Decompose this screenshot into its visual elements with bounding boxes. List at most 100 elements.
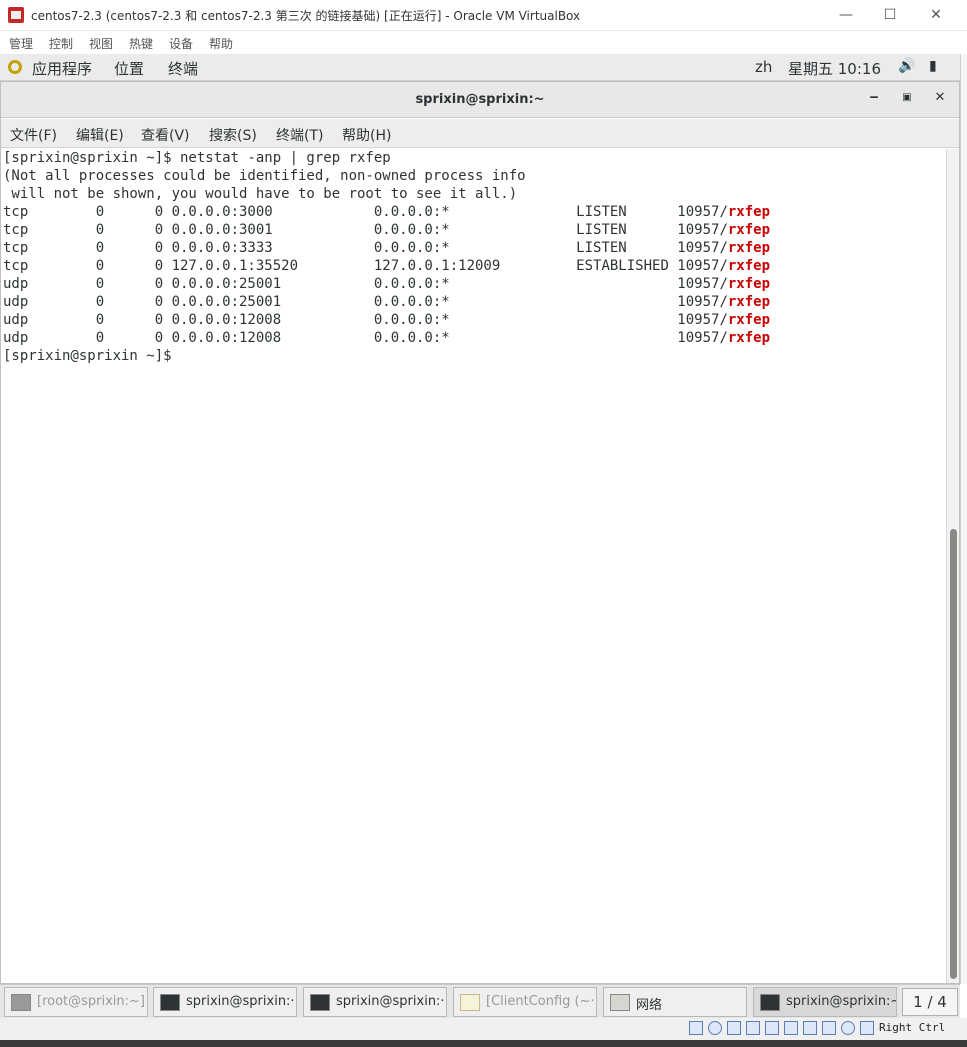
menu-hotkey[interactable]: 热键 xyxy=(129,35,153,52)
info-line: (Not all processes could be identified, … xyxy=(3,168,526,184)
vbox-statusbar: Right Ctrl xyxy=(0,1018,967,1040)
applications-icon xyxy=(8,60,22,74)
terminal-output[interactable]: [sprixin@sprixin ~]$ netstat -anp | grep… xyxy=(1,149,946,983)
task-label: [ClientConfig (~··· xyxy=(486,994,597,1009)
text-editor-icon xyxy=(460,994,480,1011)
scrollbar-thumb[interactable] xyxy=(950,529,957,979)
process-name: rxfep xyxy=(727,204,771,220)
task-label: 网络 xyxy=(636,998,663,1013)
row-text: tcp 0 0 0.0.0.0:3000 0.0.0.0:* LISTEN 10… xyxy=(3,204,728,220)
display-icon[interactable] xyxy=(784,1021,798,1035)
process-name: rxfep xyxy=(727,312,771,328)
netstat-row: tcp 0 0 0.0.0.0:3333 0.0.0.0:* LISTEN 10… xyxy=(3,239,770,257)
video-capture-icon[interactable] xyxy=(803,1021,817,1035)
terminal-icon xyxy=(760,994,780,1011)
terminal-title: sprixin@sprixin:~ xyxy=(415,92,545,107)
term-menu-edit[interactable]: 编辑(E) xyxy=(76,125,124,145)
storage-icon[interactable] xyxy=(689,1021,703,1035)
process-name: rxfep xyxy=(727,240,771,256)
terminal-icon xyxy=(11,994,31,1011)
term-menu-search[interactable]: 搜索(S) xyxy=(209,125,257,145)
netstat-row: udp 0 0 0.0.0.0:12008 0.0.0.0:* 10957/rx… xyxy=(3,329,770,347)
input-language[interactable]: zh xyxy=(755,58,772,76)
process-name: rxfep xyxy=(727,258,771,274)
applications-menu[interactable]: 应用程序 xyxy=(32,58,92,79)
task-label: [root@sprixin:~] xyxy=(37,994,146,1009)
volume-icon[interactable]: 🔊 xyxy=(898,58,915,74)
task-terminal-1[interactable]: sprixin@sprixin:··· xyxy=(153,987,297,1017)
menu-control[interactable]: 控制 xyxy=(49,35,73,52)
keyboard-capture-icon[interactable] xyxy=(860,1021,874,1035)
terminal-window: sprixin@sprixin:~ ‒ ▣ ✕ 文件(F) 编辑(E) 查看(V… xyxy=(0,81,960,984)
desktop-edge xyxy=(0,1040,967,1047)
row-text: udp 0 0 0.0.0.0:12008 0.0.0.0:* 10957/ xyxy=(3,312,728,328)
workspace-pager[interactable]: 1 / 4 xyxy=(902,988,958,1016)
vbox-title-bar: centos7-2.3 (centos7-2.3 和 centos7-2.3 第… xyxy=(0,0,967,31)
optical-drive-icon[interactable] xyxy=(708,1021,722,1035)
task-clientconfig[interactable]: [ClientConfig (~··· xyxy=(453,987,597,1017)
process-name: rxfep xyxy=(727,276,771,292)
terminal-close-button[interactable]: ✕ xyxy=(931,90,949,105)
menu-help[interactable]: 帮助 xyxy=(209,35,233,52)
network-icon[interactable] xyxy=(727,1021,741,1035)
term-menu-help[interactable]: 帮助(H) xyxy=(342,125,391,145)
usb-icon[interactable] xyxy=(746,1021,760,1035)
battery-icon[interactable]: ▮ xyxy=(929,58,937,74)
prompt-line: [sprixin@sprixin ~]$ xyxy=(3,348,172,364)
window-title: centos7-2.3 (centos7-2.3 和 centos7-2.3 第… xyxy=(31,9,581,23)
network-tools-icon xyxy=(610,994,630,1011)
places-menu[interactable]: 位置 xyxy=(114,58,144,79)
minimize-button[interactable]: — xyxy=(834,4,858,26)
close-button[interactable]: ✕ xyxy=(924,4,948,26)
shared-folders-icon[interactable] xyxy=(765,1021,779,1035)
process-name: rxfep xyxy=(727,222,771,238)
command-line: [sprixin@sprixin ~]$ netstat -anp | grep… xyxy=(3,150,391,166)
terminal-icon xyxy=(310,994,330,1011)
row-text: udp 0 0 0.0.0.0:12008 0.0.0.0:* 10957/ xyxy=(3,330,728,346)
virtualization-icon[interactable] xyxy=(822,1021,836,1035)
task-terminal-active[interactable]: sprixin@sprixin:~ xyxy=(753,987,897,1017)
netstat-row: udp 0 0 0.0.0.0:25001 0.0.0.0:* 10957/rx… xyxy=(3,275,770,293)
term-menu-view[interactable]: 查看(V) xyxy=(141,125,190,145)
terminal-minimize-button[interactable]: ‒ xyxy=(865,90,883,105)
host-key-label: Right Ctrl xyxy=(879,1021,946,1034)
row-text: tcp 0 0 127.0.0.1:35520 127.0.0.1:12009 … xyxy=(3,258,728,274)
task-label: sprixin@sprixin:~ xyxy=(786,994,897,1009)
terminal-icon xyxy=(160,994,180,1011)
terminal-maximize-button[interactable]: ▣ xyxy=(898,92,916,103)
task-label: sprixin@sprixin:··· xyxy=(336,994,447,1009)
row-text: udp 0 0 0.0.0.0:25001 0.0.0.0:* 10957/ xyxy=(3,294,728,310)
netstat-row: tcp 0 0 127.0.0.1:35520 127.0.0.1:12009 … xyxy=(3,257,770,275)
row-text: tcp 0 0 0.0.0.0:3001 0.0.0.0:* LISTEN 10… xyxy=(3,222,728,238)
process-name: rxfep xyxy=(727,330,771,346)
vbox-menubar: 管理 控制 视图 热键 设备 帮助 xyxy=(0,31,967,54)
menu-manage[interactable]: 管理 xyxy=(9,35,33,52)
mouse-integration-icon[interactable] xyxy=(841,1021,855,1035)
process-name: rxfep xyxy=(727,294,771,310)
row-text: tcp 0 0 0.0.0.0:3333 0.0.0.0:* LISTEN 10… xyxy=(3,240,728,256)
terminal-menubar: 文件(F) 编辑(E) 查看(V) 搜索(S) 终端(T) 帮助(H) xyxy=(1,119,959,148)
term-menu-terminal[interactable]: 终端(T) xyxy=(276,125,323,145)
terminal-scrollbar[interactable] xyxy=(946,149,959,983)
terminal-titlebar: sprixin@sprixin:~ ‒ ▣ ✕ xyxy=(1,82,959,118)
task-root-terminal[interactable]: [root@sprixin:~] xyxy=(4,987,148,1017)
task-terminal-2[interactable]: sprixin@sprixin:··· xyxy=(303,987,447,1017)
clock[interactable]: 星期五 10:16 xyxy=(788,58,881,79)
netstat-row: tcp 0 0 0.0.0.0:3000 0.0.0.0:* LISTEN 10… xyxy=(3,203,770,221)
netstat-row: tcp 0 0 0.0.0.0:3001 0.0.0.0:* LISTEN 10… xyxy=(3,221,770,239)
menu-devices[interactable]: 设备 xyxy=(169,35,193,52)
menu-view[interactable]: 视图 xyxy=(89,35,113,52)
gnome-top-panel: 应用程序 位置 终端 zh 星期五 10:16 🔊 ▮ xyxy=(0,54,960,81)
virtualbox-icon xyxy=(8,7,24,23)
task-label: sprixin@sprixin:··· xyxy=(186,994,297,1009)
netstat-row: udp 0 0 0.0.0.0:25001 0.0.0.0:* 10957/rx… xyxy=(3,293,770,311)
terminal-app-menu[interactable]: 终端 xyxy=(168,58,198,79)
info-line: will not be shown, you would have to be … xyxy=(3,186,518,202)
row-text: udp 0 0 0.0.0.0:25001 0.0.0.0:* 10957/ xyxy=(3,276,728,292)
window-list: [root@sprixin:~] sprixin@sprixin:··· spr… xyxy=(0,984,960,1018)
netstat-row: udp 0 0 0.0.0.0:12008 0.0.0.0:* 10957/rx… xyxy=(3,311,770,329)
maximize-button[interactable]: ☐ xyxy=(878,4,902,26)
task-network[interactable]: 网络 xyxy=(603,987,747,1017)
term-menu-file[interactable]: 文件(F) xyxy=(10,125,57,145)
background-window-edge xyxy=(960,54,967,984)
